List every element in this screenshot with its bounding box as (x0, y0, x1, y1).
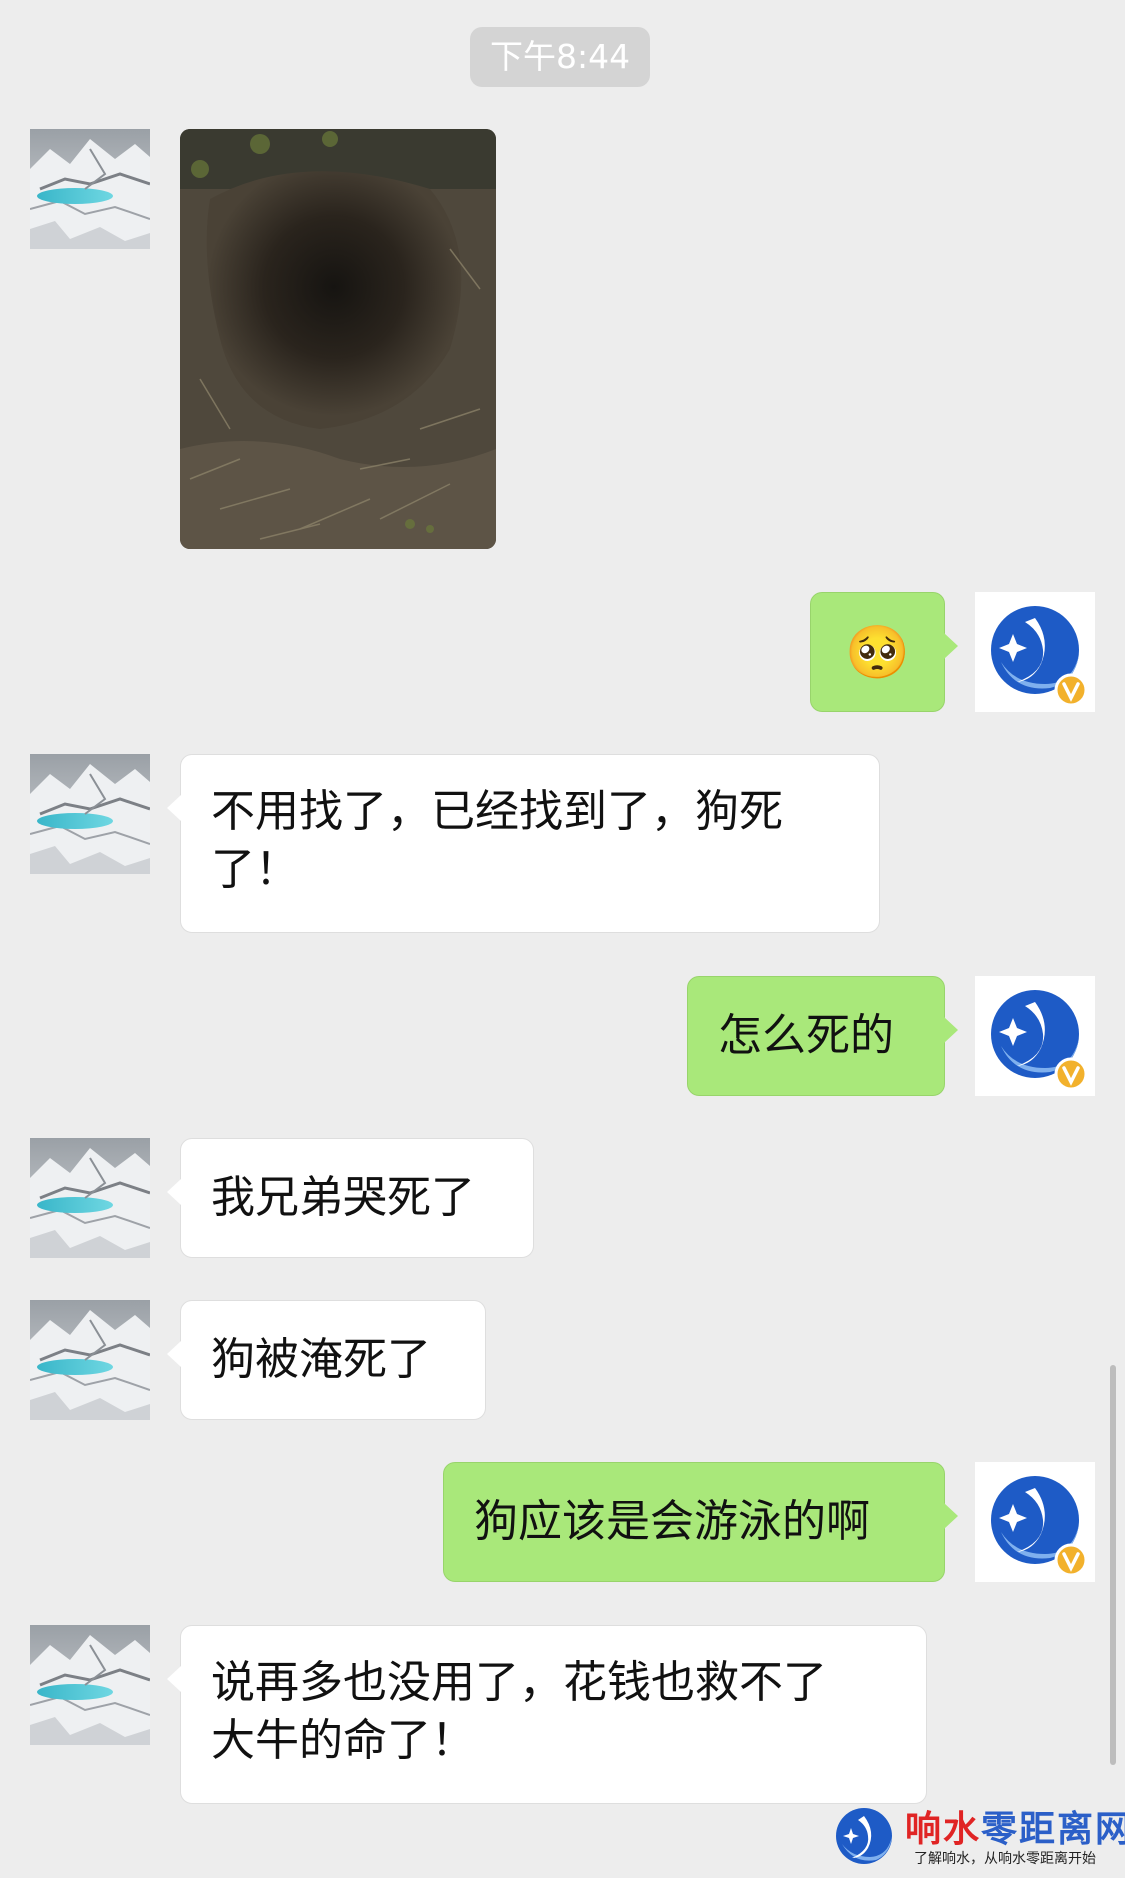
message-text: 怎么死的 (718, 1010, 894, 1061)
incoming-message-bubble[interactable]: 不用找了，已经找到了，狗死 了！ (167, 754, 880, 933)
pleading-face-emoji: 🥺 (845, 623, 910, 683)
watermark-subtitle: 了解响水，从响水零距离开始 (914, 1851, 1096, 1867)
message-text-line: 大牛的命了！ (211, 1715, 475, 1766)
my-avatar[interactable] (975, 592, 1095, 712)
outgoing-message-bubble[interactable]: 怎么死的 (687, 976, 958, 1096)
my-avatar[interactable] (975, 976, 1095, 1096)
contact-avatar[interactable] (30, 1138, 150, 1258)
message-text-line: 不用找了，已经找到了，狗死 (211, 786, 783, 837)
contact-avatar[interactable] (30, 754, 150, 874)
message-text-line: 说再多也没用了，花钱也救不了 (211, 1657, 827, 1708)
incoming-message-bubble[interactable]: 说再多也没用了，花钱也救不了 大牛的命了！ (167, 1625, 927, 1804)
contact-avatar[interactable] (30, 1625, 150, 1745)
message-text: 狗应该是会游泳的啊 (474, 1496, 870, 1547)
watermark-title-blue: 零距离网 (981, 1808, 1125, 1850)
incoming-message-bubble[interactable]: 狗被淹死了 (167, 1300, 486, 1420)
outgoing-message-bubble[interactable]: 狗应该是会游泳的啊 (443, 1462, 958, 1582)
site-watermark: 响水零距离网 了解响水，从响水零距离开始 (832, 1800, 1125, 1870)
message-timestamp: 下午8:44 (470, 27, 651, 87)
watermark-title-red: 响水 (905, 1808, 982, 1850)
watermark-title: 响水零距离网 (905, 1800, 1125, 1852)
message-text: 我兄弟哭死了 (211, 1172, 475, 1223)
incoming-message-bubble[interactable]: 我兄弟哭死了 (167, 1138, 534, 1258)
watermark-logo-icon (836, 1808, 892, 1864)
my-avatar[interactable] (975, 1462, 1095, 1582)
message-text-line: 了！ (211, 844, 299, 895)
image-message[interactable] (180, 129, 496, 549)
contact-avatar[interactable] (30, 1300, 150, 1420)
outgoing-message-bubble[interactable]: 🥺 (810, 592, 958, 712)
message-text: 狗被淹死了 (211, 1334, 431, 1385)
scrollbar[interactable] (1110, 1365, 1116, 1765)
contact-avatar[interactable] (30, 129, 150, 249)
